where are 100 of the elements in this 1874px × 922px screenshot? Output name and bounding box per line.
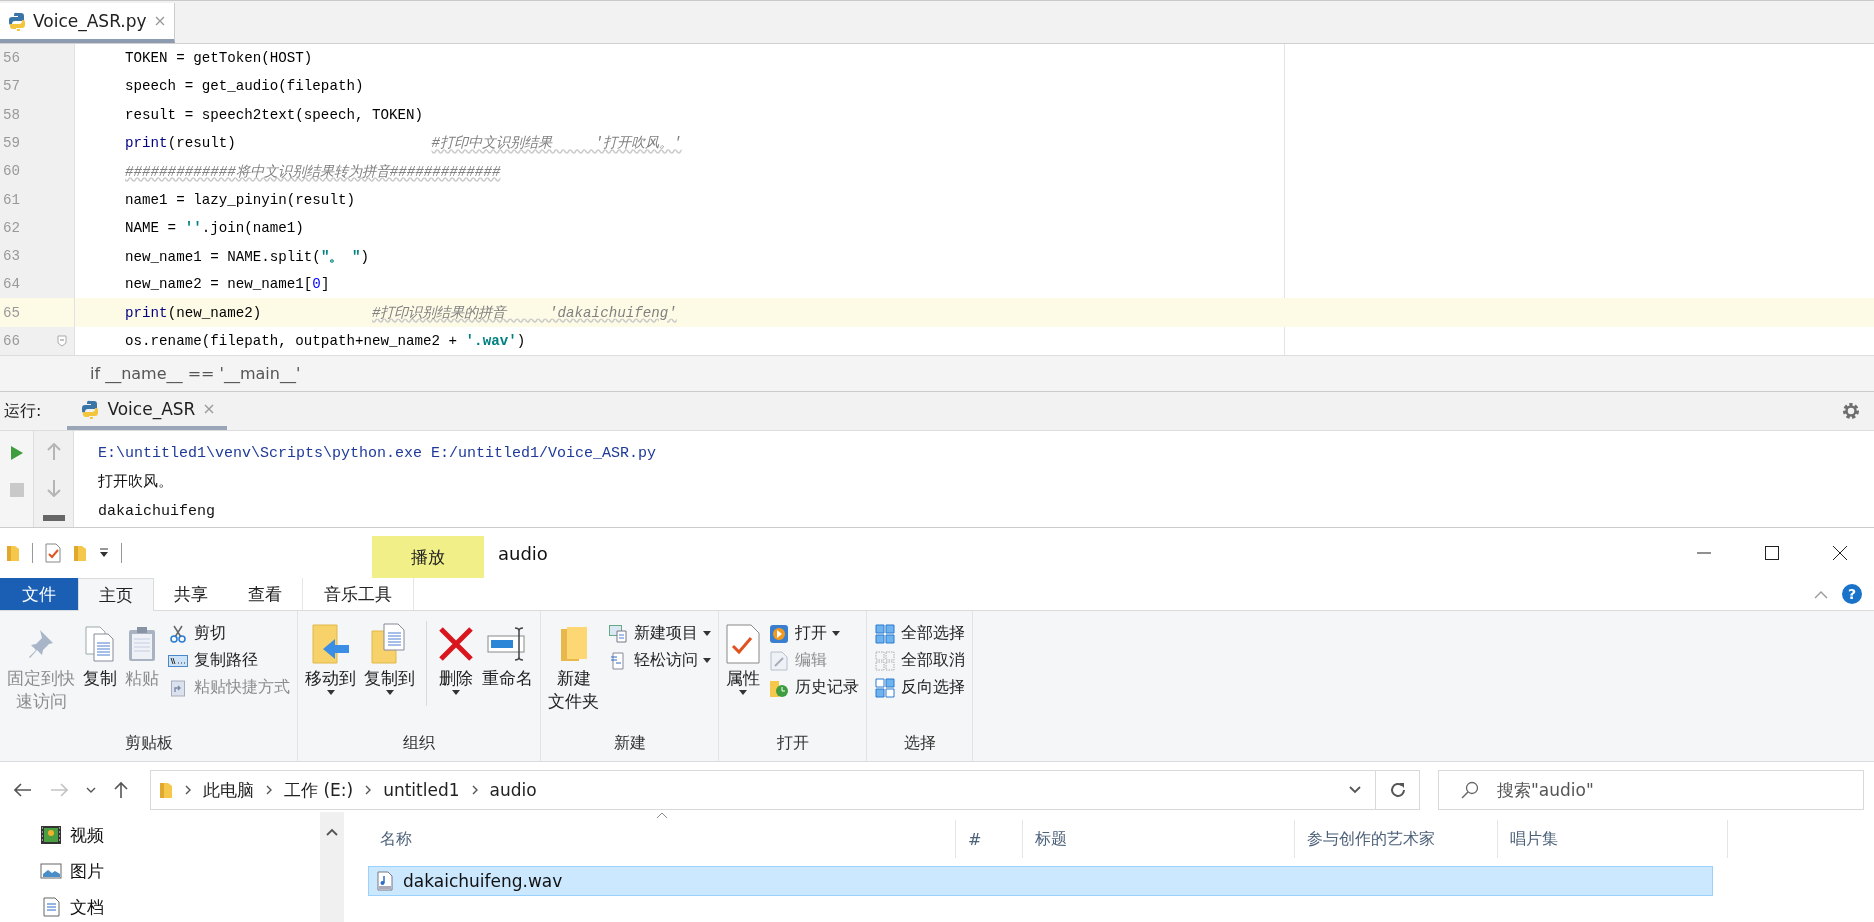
breadcrumb[interactable]: if __name__ == '__main__' [90,364,301,384]
address-bar[interactable]: 此电脑 工作 (E:) untitled1 audio [150,770,1376,810]
group-label: 打开 [775,733,810,754]
column-header[interactable]: 参与创作的艺术家 [1295,820,1498,858]
wrap-icon[interactable] [42,515,65,522]
line-number: 60 [2,163,22,180]
column-header[interactable]: 名称 [368,820,956,858]
checkmark-document-icon [726,624,760,664]
nav-item[interactable]: 视频 [40,820,320,850]
line-number: 66 [2,332,22,349]
up-arrow-icon[interactable] [114,781,128,799]
grid-icon [875,623,895,644]
folder-icon[interactable] [6,544,20,562]
scroll-up-icon[interactable] [326,828,338,836]
ribbon-button[interactable]: 重命名 [479,621,536,690]
settings-icon[interactable] [1842,402,1860,421]
film-icon [40,825,62,845]
ribbon-button[interactable]: 历史记录 [765,675,862,700]
column-header[interactable]: 唱片集 [1498,820,1728,858]
line-number: 59 [2,134,22,151]
search-input[interactable]: 搜索"audio" [1495,771,1863,809]
run-icon[interactable] [9,445,24,462]
arrow-down-icon[interactable] [46,479,61,498]
ribbon-button[interactable]: 复制到 [361,621,418,695]
ribbon-button[interactable]: 新建项目 [604,621,714,646]
ribbon-button[interactable]: 复制 [80,621,120,690]
ribbon-button[interactable]: 剪切 [164,621,293,646]
chevron-right-icon [185,785,191,795]
close-icon [1833,546,1847,560]
console-line: dakaichuifeng [98,502,217,523]
checkmark-document-icon[interactable] [45,543,61,563]
forward-arrow-icon[interactable] [50,783,68,797]
file-tab[interactable]: Voice_ASR.py [0,3,175,44]
ribbon-tab[interactable]: 主页 [78,578,154,611]
ribbon-tab[interactable]: 音乐工具 [302,578,414,610]
group-label: 选择 [902,733,937,754]
arrow-up-icon[interactable] [46,443,61,462]
folder-icon[interactable] [73,544,87,562]
collapse-icon[interactable] [1814,589,1828,599]
console-line: 打开吹风。 [98,473,174,494]
nav-item[interactable]: 文档 [40,892,320,922]
line-number: 56 [2,50,22,67]
nav-item[interactable]: 图片 [40,856,320,886]
ribbon-button[interactable]: 反向选择 [871,675,968,700]
code-line: os.rename(filepath, outpath+new_name2 + '.wav') [124,332,526,349]
delete-icon [438,626,474,662]
python-icon [81,399,100,419]
code-line: result = speech2text(speech, TOKEN) [124,106,424,123]
back-arrow-icon[interactable] [14,783,32,797]
close-icon[interactable] [203,403,216,416]
address-crumb[interactable]: 此电脑 [203,778,254,802]
ribbon-button[interactable]: 复制路径 [164,648,293,673]
ribbon-button[interactable]: 属性 [723,621,763,695]
sort-icon [656,812,668,819]
fold-icon[interactable] [57,334,67,347]
line-number: 65 [2,304,22,321]
code-line: print(new_name2) #打印识别结果的拼音 'dakaichuifeng' [124,304,677,323]
folder-icon [558,625,589,663]
ribbon-tab[interactable]: 文件 [0,578,78,610]
code-line: name1 = lazy_pinyin(result) [124,191,355,208]
scissors-icon [169,624,187,643]
panel-label: 运行: [4,400,42,422]
image-icon [40,861,62,881]
console-line: E:\untitled1\venv\Scripts\python.exe E:/untitled1/Voice_ASR.py [98,444,657,465]
search-icon [1461,781,1479,799]
ribbon-tab[interactable]: 共享 [154,578,228,610]
file-row[interactable]: dakaichuifeng.wav [368,866,1713,896]
code-line: #############将中文识别结果转为拼音############# [124,162,501,181]
dropdown-icon[interactable] [99,548,109,558]
search-field[interactable]: 搜索"audio" [1438,770,1864,810]
ribbon-button[interactable]: 新建 文件夹 [545,621,602,713]
line-number: 61 [2,191,22,208]
help-icon[interactable]: ? [1842,584,1862,604]
window-title: audio [498,542,548,564]
address-crumb[interactable]: audio [489,780,537,800]
run-tab[interactable]: Voice_ASR [67,392,228,431]
column-header[interactable]: 标题 [1023,820,1295,858]
ribbon-button[interactable]: 全部取消 [871,648,968,673]
address-crumb[interactable]: 工作 (E:) [284,778,354,802]
stop-icon[interactable] [9,483,24,498]
chevron-down-icon[interactable] [86,787,96,793]
column-header[interactable]: # [956,820,1023,858]
code-line: new_name2 = new_name1[0] [124,276,330,293]
refresh-button[interactable] [1376,770,1420,810]
code-line: new_name1 = NAME.split("。 ") [124,247,369,266]
document-icon [40,897,62,917]
close-icon[interactable] [153,15,166,28]
play-icon [769,623,789,644]
line-number: 58 [2,106,22,123]
ribbon-button[interactable]: 移动到 [302,621,359,695]
ribbon-button[interactable]: 打开 [765,621,862,646]
address-crumb[interactable]: untitled1 [383,780,460,800]
ribbon-tab[interactable]: 查看 [228,578,302,610]
folder-arrow-icon [310,623,351,665]
ribbon-button[interactable]: 轻松访问 [604,648,714,673]
grid-icon [875,677,895,698]
chevron-down-icon[interactable] [1349,786,1361,794]
ribbon-button[interactable]: 全部选择 [871,621,968,646]
chevron-right-icon [365,785,372,795]
ribbon-button[interactable]: 删除 [435,621,477,695]
